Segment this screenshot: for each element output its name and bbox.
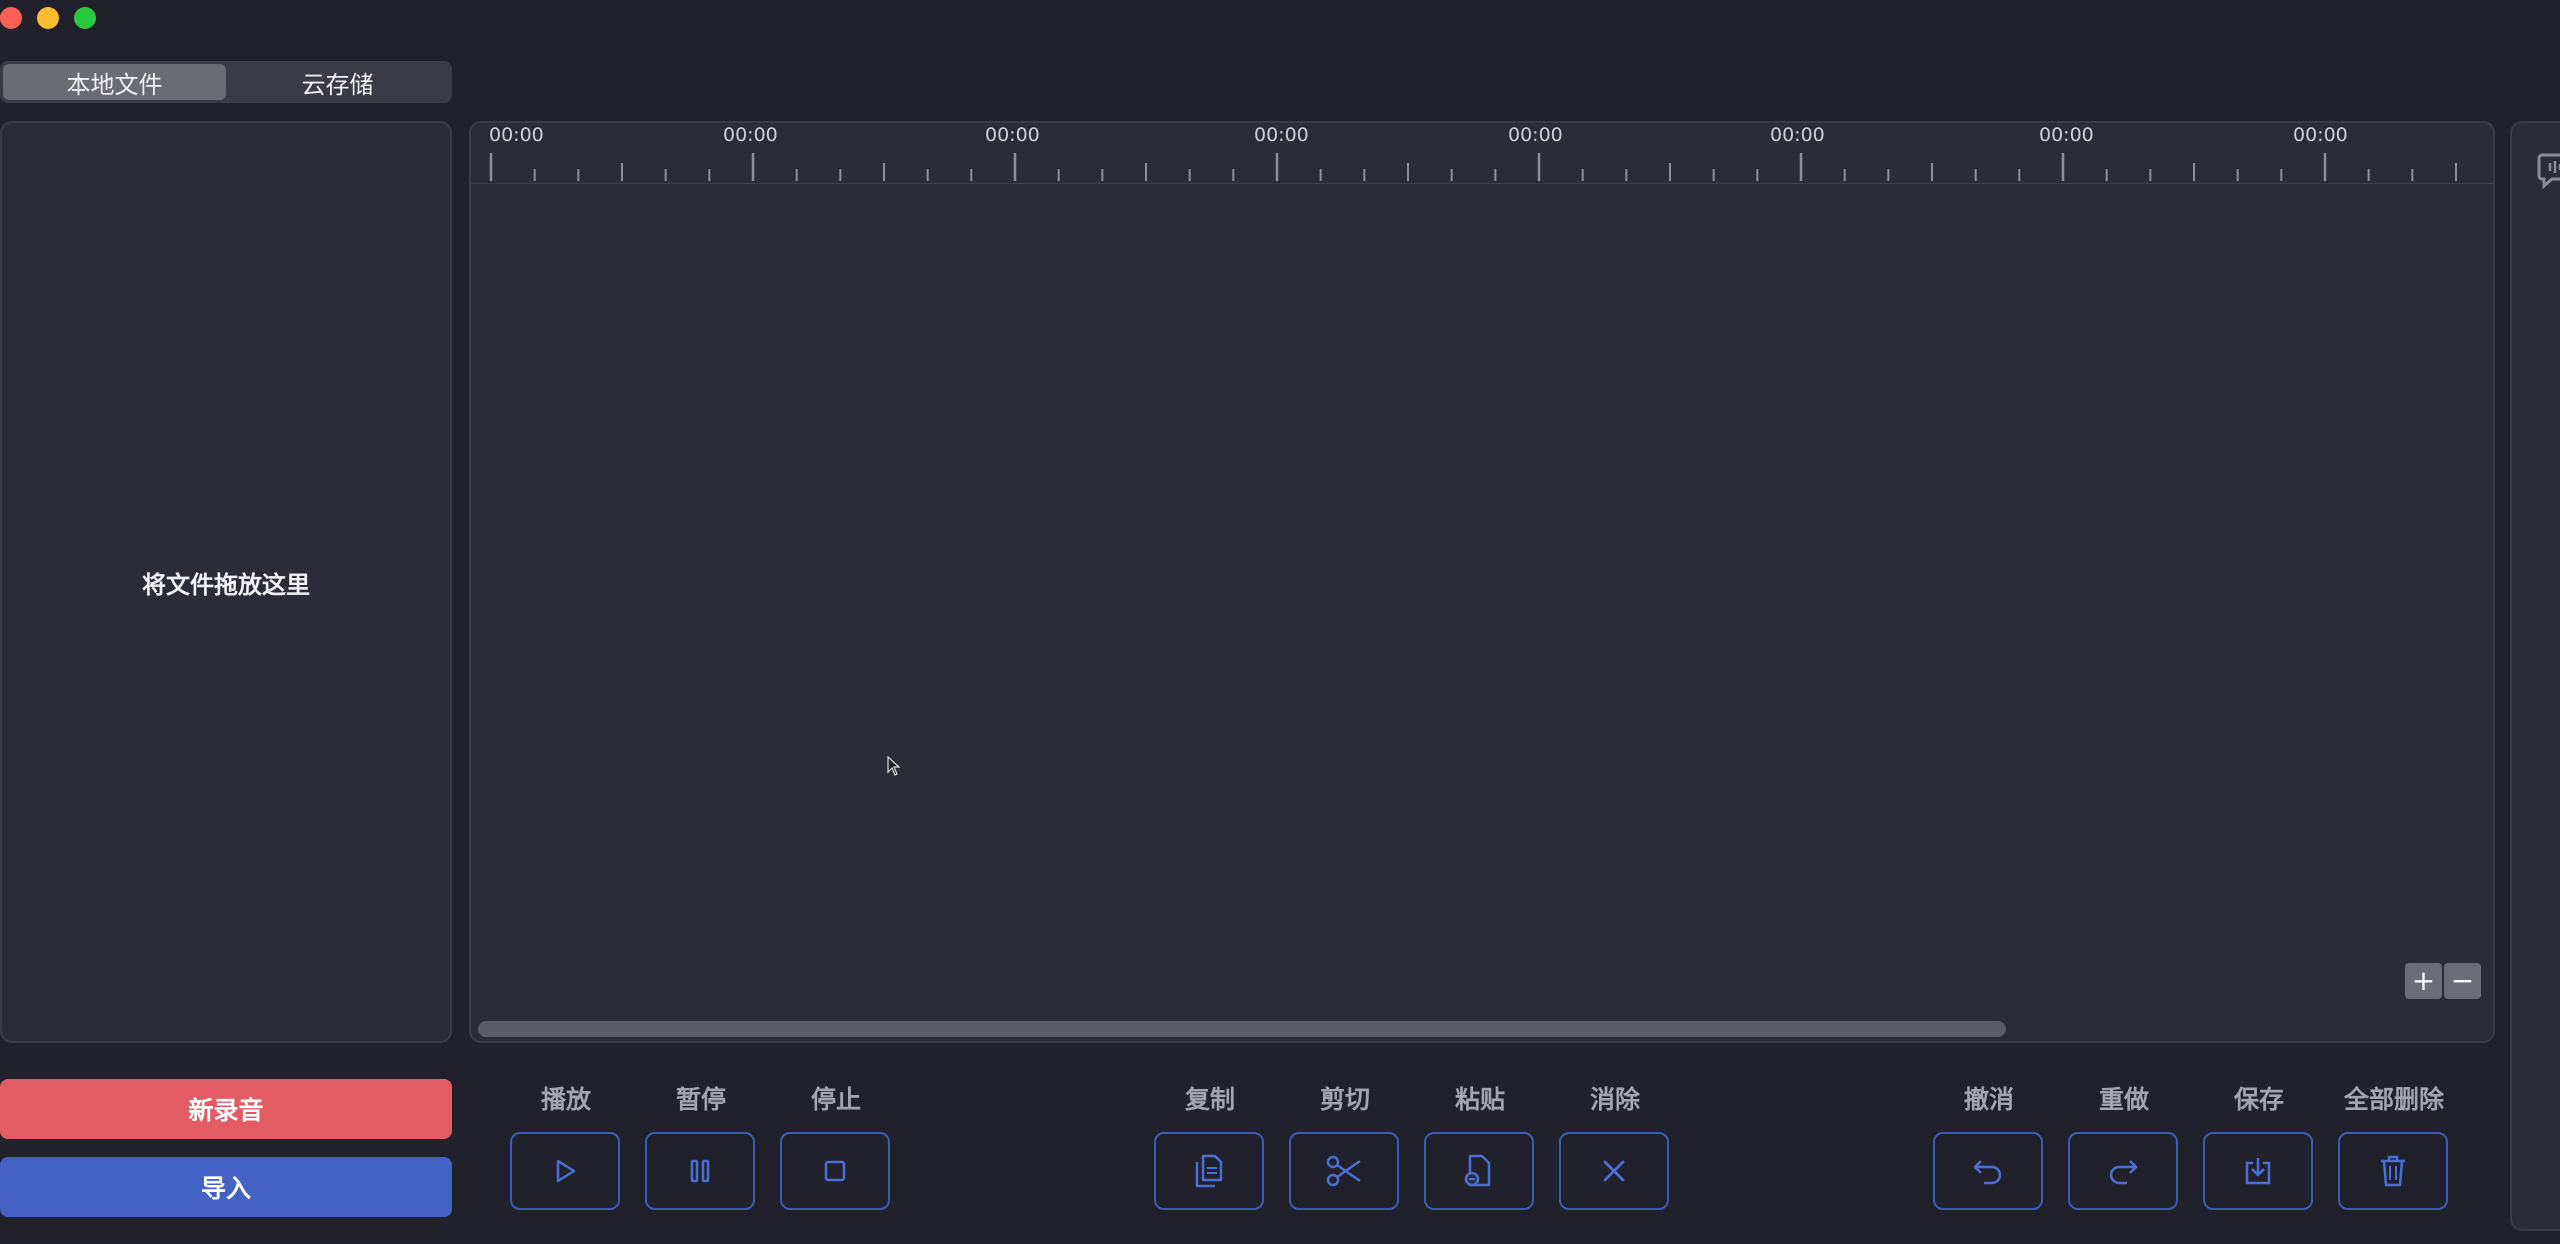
ruler-label: 00:00 xyxy=(723,124,778,146)
file-drop-zone[interactable]: 将文件拖放这里 xyxy=(0,121,452,1043)
paste-control: 粘贴 xyxy=(1424,1082,1536,1210)
window-minimize-button[interactable] xyxy=(37,7,59,29)
redo-control: 重做 xyxy=(2068,1082,2180,1210)
delete-all-label: 全部删除 xyxy=(2343,1085,2444,1114)
copy-icon xyxy=(1195,1154,1223,1188)
ruler-label: 00:00 xyxy=(2039,124,2094,146)
ruler-label: 00:00 xyxy=(489,124,544,146)
redo-icon xyxy=(2109,1160,2138,1185)
close-icon xyxy=(1603,1160,1625,1182)
ruler-label: 00:00 xyxy=(1508,124,1563,146)
window-close-button[interactable] xyxy=(0,7,22,29)
save-button[interactable] xyxy=(2203,1132,2313,1210)
window-maximize-button[interactable] xyxy=(74,7,96,29)
timeline-panel[interactable]: 00:00 00:00 00:00 00:00 00:00 00:00 00:0… xyxy=(469,121,2495,1043)
play-icon xyxy=(556,1159,576,1183)
drop-hint: 将文件拖放这里 xyxy=(142,570,310,599)
paste-button[interactable] xyxy=(1424,1132,1534,1210)
pause-icon xyxy=(690,1159,710,1183)
undo-control: 撤消 xyxy=(1933,1082,2045,1210)
save-label: 保存 xyxy=(2233,1085,2284,1114)
play-button[interactable] xyxy=(510,1132,620,1210)
delete-all-button[interactable] xyxy=(2338,1132,2448,1210)
clear-button[interactable] xyxy=(1559,1132,1669,1210)
redo-button[interactable] xyxy=(2068,1132,2178,1210)
copy-control: 复制 xyxy=(1154,1082,1266,1210)
clear-label: 消除 xyxy=(1589,1085,1640,1114)
cut-control: 剪切 xyxy=(1289,1082,1401,1210)
scissors-icon xyxy=(1326,1155,1361,1187)
stop-icon xyxy=(824,1160,846,1182)
cut-label: 剪切 xyxy=(1319,1085,1370,1114)
source-tabs: 本地文件 云存储 xyxy=(0,61,452,103)
play-label: 播放 xyxy=(540,1085,591,1114)
zoom-out-button[interactable]: − xyxy=(2444,963,2481,999)
undo-icon xyxy=(1973,1160,2002,1185)
download-icon xyxy=(2245,1158,2271,1185)
ruler-label: 00:00 xyxy=(1770,124,1825,146)
stop-button[interactable] xyxy=(780,1132,890,1210)
horizontal-scrollbar[interactable] xyxy=(471,1013,2493,1041)
redo-label: 重做 xyxy=(2098,1085,2149,1114)
ruler-label: 00:00 xyxy=(2293,124,2348,146)
pause-control: 暂停 xyxy=(645,1082,757,1210)
ruler-label: 00:00 xyxy=(1254,124,1309,146)
ruler-label: 00:00 xyxy=(985,124,1040,146)
pause-label: 暂停 xyxy=(675,1085,726,1114)
clear-control: 消除 xyxy=(1559,1082,1671,1210)
tab-cloud-storage[interactable]: 云存储 xyxy=(226,64,449,100)
delete-all-control: 全部删除 xyxy=(2338,1082,2450,1210)
pause-button[interactable] xyxy=(645,1132,755,1210)
new-recording-button[interactable]: 新录音 xyxy=(0,1079,452,1139)
copy-button[interactable] xyxy=(1154,1132,1264,1210)
side-panel xyxy=(2510,121,2560,1231)
tab-local-files[interactable]: 本地文件 xyxy=(3,64,226,100)
stop-label: 停止 xyxy=(810,1085,861,1114)
stop-control: 停止 xyxy=(780,1082,892,1210)
scrollbar-thumb[interactable] xyxy=(478,1021,2006,1037)
undo-button[interactable] xyxy=(1933,1132,2043,1210)
save-control: 保存 xyxy=(2203,1082,2315,1210)
cut-button[interactable] xyxy=(1289,1132,1399,1210)
paste-icon xyxy=(1464,1154,1491,1187)
time-ruler: 00:00 00:00 00:00 00:00 00:00 00:00 00:0… xyxy=(471,123,2493,184)
paste-label: 粘贴 xyxy=(1454,1085,1505,1114)
copy-label: 复制 xyxy=(1184,1085,1235,1114)
trash-icon xyxy=(2381,1155,2405,1187)
import-button[interactable]: 导入 xyxy=(0,1157,452,1217)
voice-message-icon[interactable] xyxy=(2536,151,2560,191)
play-control: 播放 xyxy=(510,1082,622,1210)
undo-label: 撤消 xyxy=(1963,1085,2014,1114)
window-controls xyxy=(0,7,96,29)
zoom-in-button[interactable]: + xyxy=(2405,963,2442,999)
zoom-controls: + − xyxy=(2405,963,2481,999)
mouse-cursor-icon xyxy=(887,755,901,776)
